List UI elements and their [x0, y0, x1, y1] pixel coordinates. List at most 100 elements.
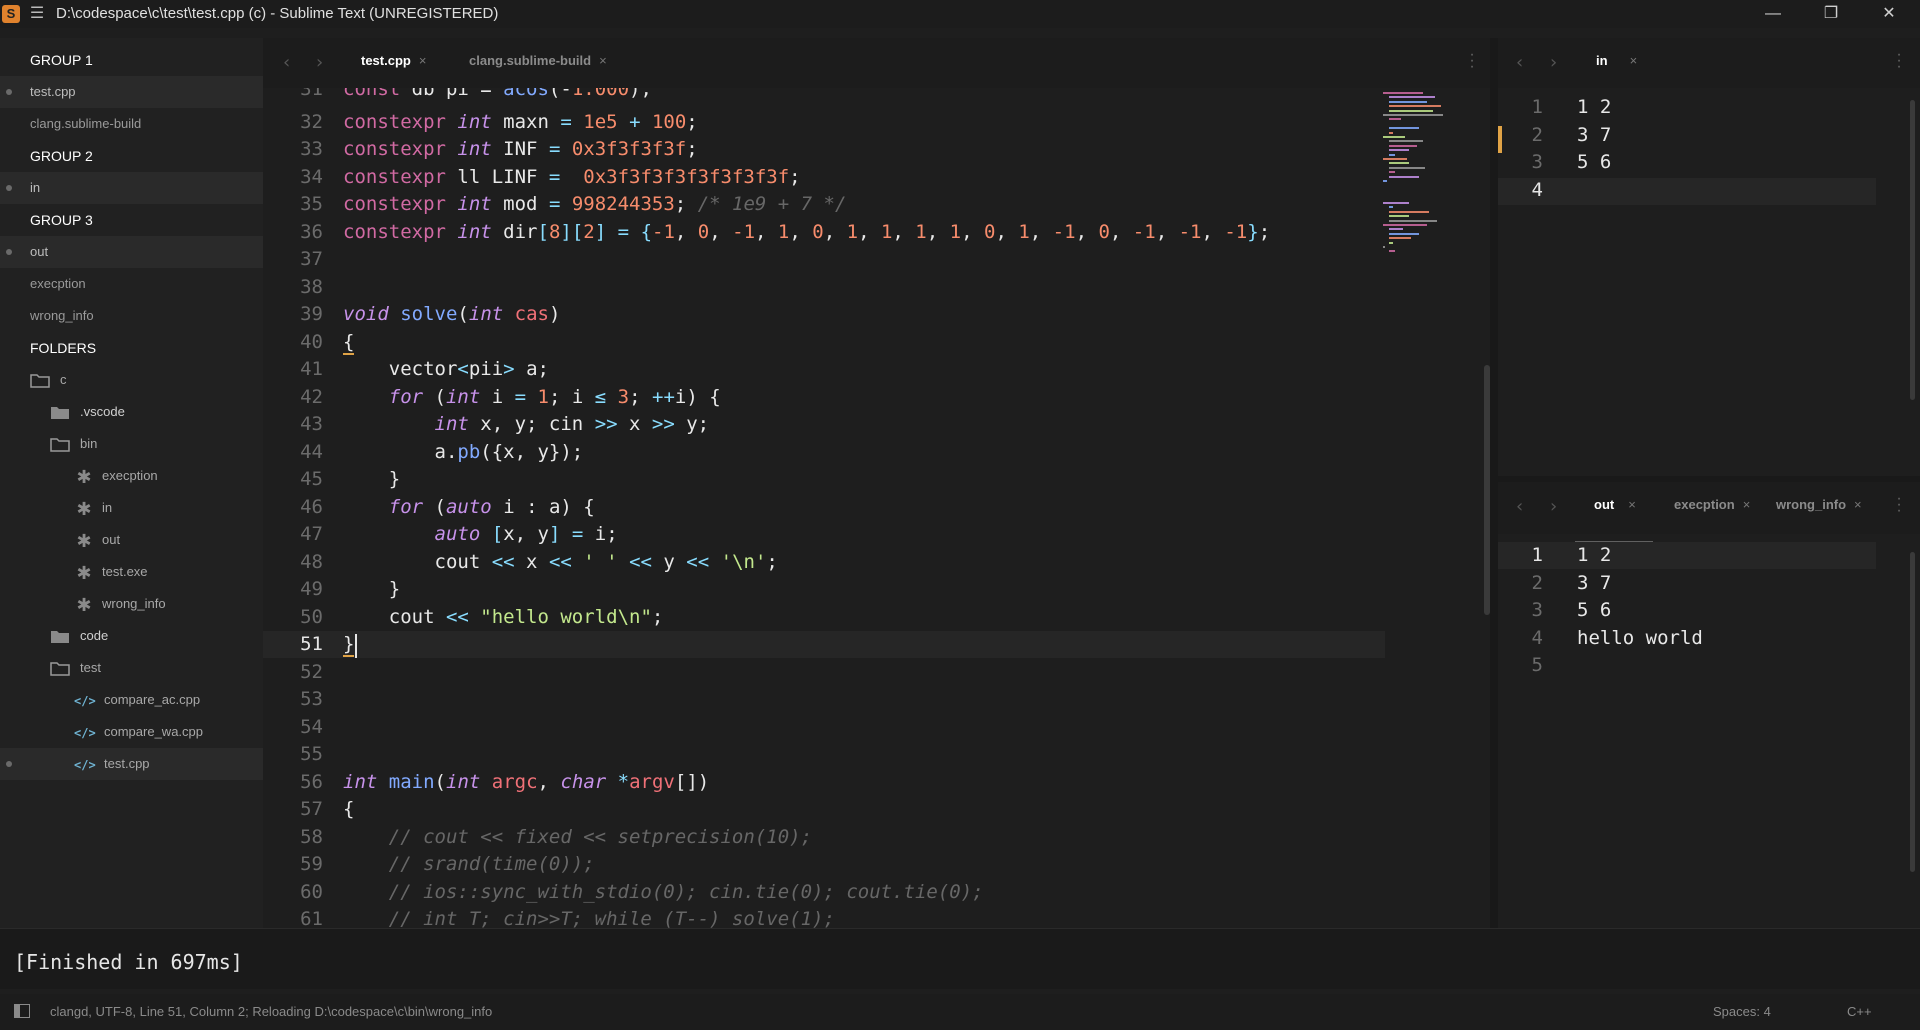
- minimap[interactable]: [1383, 92, 1483, 262]
- close-icon[interactable]: ×: [419, 53, 427, 68]
- chevron-right-icon[interactable]: ›: [316, 52, 323, 73]
- tab-wrong-info[interactable]: wrong_info ×: [1776, 497, 1862, 512]
- close-icon[interactable]: ×: [1628, 497, 1636, 512]
- panel-toggle-icon[interactable]: [14, 1004, 30, 1018]
- open-file-test-cpp[interactable]: test.cpp: [0, 76, 263, 108]
- line-number: 53: [300, 688, 323, 710]
- editor-area[interactable]: 31 32 33 34 35 36 37 38 39 40 41 42 43 44 45 46 47 48 49 50…: [263, 88, 1490, 928]
- editor-tabbar: ‹ › test.cpp × clang.sublime-build × · · ·: [263, 38, 1490, 88]
- chevron-left-icon[interactable]: ‹: [1516, 52, 1523, 73]
- status-text: clangd, UTF-8, Line 51, Column 2; Reload…: [50, 1004, 493, 1019]
- folder-c[interactable]: c: [0, 364, 263, 396]
- text-line: 3 7: [1577, 571, 1612, 594]
- file-label: execption: [102, 468, 158, 483]
- close-icon[interactable]: ✕: [1861, 0, 1917, 28]
- tab-out[interactable]: out ×: [1594, 497, 1636, 512]
- minimap-line: [1389, 215, 1409, 218]
- code-file-icon: </>: [74, 693, 96, 708]
- code-line: {: [343, 331, 355, 355]
- file-label: clang.sublime-build: [30, 116, 142, 131]
- folder-code[interactable]: code: [0, 620, 263, 652]
- folder-bin[interactable]: bin: [0, 428, 263, 460]
- hamburger-icon[interactable]: ☰: [28, 4, 46, 24]
- file-icon: ✱: [76, 466, 92, 487]
- tree-file-in[interactable]: ✱ in: [0, 492, 263, 524]
- app-icon[interactable]: S: [2, 5, 20, 23]
- line-number: 36: [300, 221, 323, 243]
- folder-icon: [51, 406, 69, 419]
- folder-icon: [51, 630, 69, 643]
- open-file-wrong-info[interactable]: wrong_info: [0, 300, 263, 332]
- line-number: 34: [300, 166, 323, 188]
- line-number: 1: [1531, 544, 1543, 566]
- out-pane-editor[interactable]: 1 2 3 4 5 1 2 3 7 5 6 hello world: [1498, 542, 1920, 928]
- code-line: int x, y; cin >> x >> y;: [434, 413, 710, 435]
- code-file-icon: </>: [74, 725, 96, 740]
- code-line: // cout << fixed << setprecision(10);: [388, 826, 813, 848]
- close-icon[interactable]: ×: [599, 53, 607, 68]
- tab-clang-build[interactable]: clang.sublime-build ×: [469, 53, 607, 68]
- text-caret: [355, 634, 357, 658]
- chevron-right-icon[interactable]: ›: [1550, 52, 1557, 73]
- minimap-line: [1389, 171, 1395, 174]
- line-number: 60: [300, 881, 323, 903]
- tree-file-out[interactable]: ✱ out: [0, 524, 263, 556]
- minimap-line: [1389, 131, 1393, 134]
- tree-file-compare-wa[interactable]: </> compare_wa.cpp: [0, 716, 263, 748]
- open-file-out[interactable]: out: [0, 236, 263, 268]
- build-output-text: [Finished in 697ms]: [14, 950, 243, 974]
- minimap-line: [1389, 153, 1395, 156]
- line-number: 50: [300, 606, 323, 628]
- file-label: test.exe: [102, 564, 148, 579]
- folder-test[interactable]: test: [0, 652, 263, 684]
- line-number: 39: [300, 303, 323, 325]
- line-number: 43: [300, 413, 323, 435]
- chevron-left-icon[interactable]: ‹: [283, 52, 290, 73]
- minimap-line: [1383, 202, 1409, 204]
- tree-file-execption[interactable]: ✱ execption: [0, 460, 263, 492]
- open-file-execption[interactable]: execption: [0, 268, 263, 300]
- chevron-left-icon[interactable]: ‹: [1516, 496, 1523, 517]
- chevron-right-icon[interactable]: ›: [1550, 496, 1557, 517]
- minimap-line: [1389, 149, 1409, 152]
- open-file-in[interactable]: in: [0, 172, 263, 204]
- minimap-line: [1389, 237, 1411, 240]
- file-label: compare_ac.cpp: [104, 692, 201, 707]
- tab-test-cpp[interactable]: test.cpp ×: [361, 53, 426, 68]
- group-1-header: GROUP 1: [30, 52, 93, 68]
- line-number: 58: [300, 826, 323, 848]
- out-pane-scrollbar[interactable]: [1910, 552, 1915, 872]
- modified-dot-icon: [6, 761, 12, 767]
- tree-file-test-cpp[interactable]: </> test.cpp: [0, 748, 263, 780]
- tree-file-test-exe[interactable]: ✱ test.exe: [0, 556, 263, 588]
- kebab-icon[interactable]: · · ·: [1894, 491, 1904, 519]
- syntax-indicator[interactable]: C++: [1847, 1004, 1872, 1019]
- kebab-icon[interactable]: · · ·: [1894, 47, 1904, 75]
- code-line: for (int i = 1; i ≤ 3; ++i) {: [388, 386, 721, 408]
- minimap-line: [1383, 92, 1423, 94]
- group-3-header: GROUP 3: [30, 212, 93, 228]
- open-file-clang-build[interactable]: clang.sublime-build: [0, 108, 263, 140]
- indentation-indicator[interactable]: Spaces: 4: [1713, 1004, 1771, 1019]
- tab-in[interactable]: in ×: [1596, 53, 1637, 68]
- minimap-line: [1383, 136, 1405, 138]
- line-number: 37: [300, 248, 323, 270]
- tree-file-compare-ac[interactable]: </> compare_ac.cpp: [0, 684, 263, 716]
- tree-file-wrong-info[interactable]: ✱ wrong_info: [0, 588, 263, 620]
- minimap-line: [1383, 114, 1443, 116]
- kebab-icon[interactable]: · · ·: [1467, 47, 1477, 75]
- in-pane-editor[interactable]: 1 2 3 4 1 2 3 7 5 6: [1498, 88, 1920, 476]
- close-icon[interactable]: ×: [1630, 53, 1638, 68]
- folder-vscode[interactable]: .vscode: [0, 396, 263, 428]
- minimap-line: [1389, 109, 1433, 112]
- close-icon[interactable]: ×: [1743, 497, 1751, 512]
- restore-icon[interactable]: ❐: [1803, 0, 1859, 28]
- minimap-line: [1383, 224, 1427, 226]
- text-line: 3 7: [1577, 123, 1612, 146]
- line-number: 55: [300, 743, 323, 765]
- in-pane-scrollbar[interactable]: [1910, 100, 1915, 400]
- minimize-icon[interactable]: —: [1745, 0, 1801, 28]
- minimap-line: [1389, 96, 1435, 99]
- tab-execption[interactable]: execption ×: [1674, 497, 1750, 512]
- close-icon[interactable]: ×: [1854, 497, 1862, 512]
